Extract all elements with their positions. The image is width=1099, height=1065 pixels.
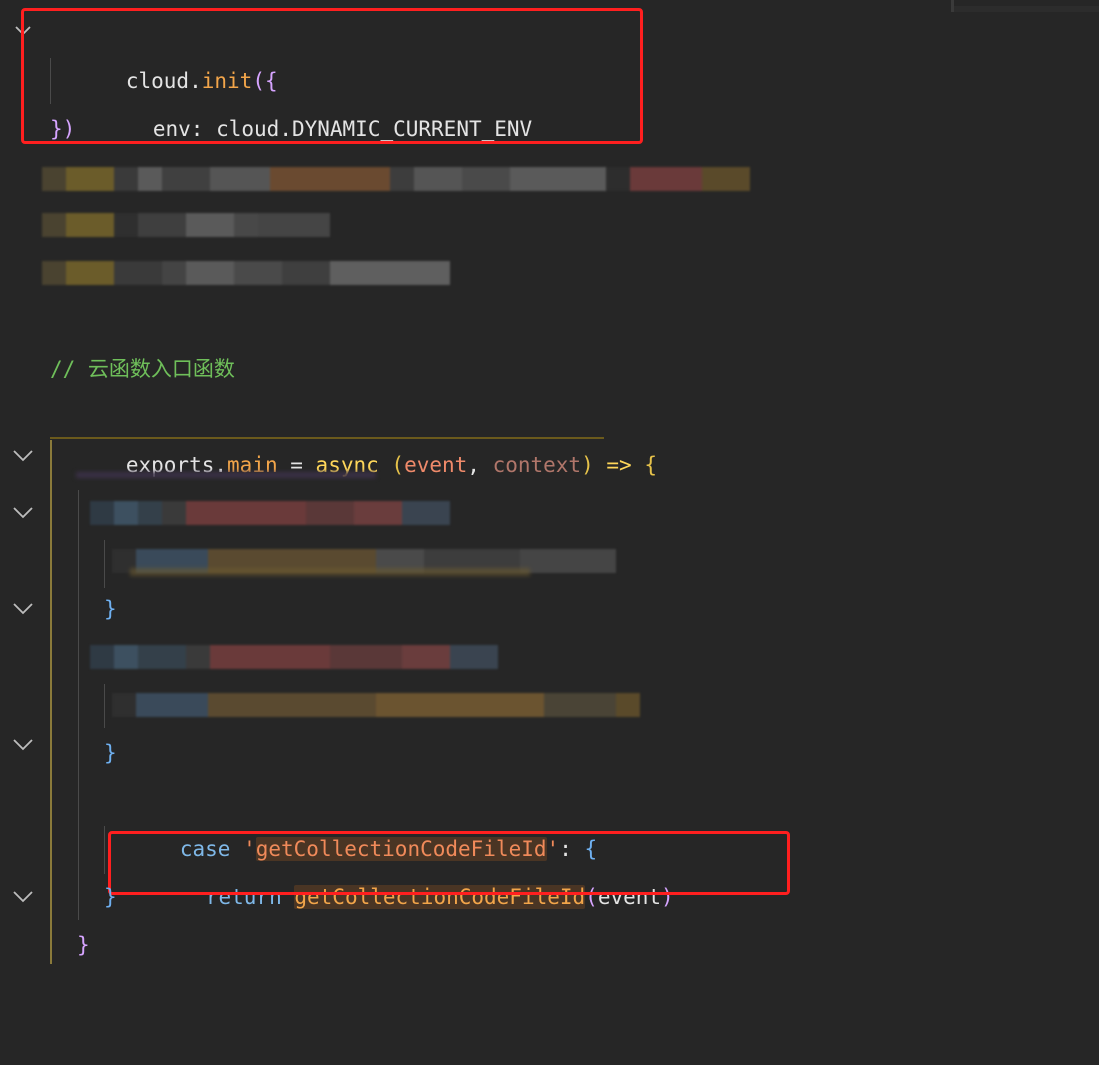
code-token: }): [50, 117, 76, 141]
redacted-code-line: [42, 261, 450, 285]
indent-guide: [104, 540, 105, 588]
redacted-code-line: [42, 167, 750, 191]
code-line[interactable]: // 云函数入口函数: [0, 345, 1099, 393]
redacted-overlay: [130, 568, 530, 576]
code-token: }: [77, 933, 90, 957]
code-token: }: [104, 885, 117, 909]
code-line[interactable]: }: [0, 873, 1099, 921]
code-line[interactable]: }: [0, 921, 1099, 969]
code-token: }: [104, 741, 117, 765]
chevron-down-icon[interactable]: [12, 7, 34, 55]
code-line[interactable]: return getCollectionCodeFileId(event): [0, 825, 1099, 909]
redacted-code-line: [42, 213, 330, 237]
redacted-code-line: [90, 645, 498, 669]
code-line[interactable]: switch (event.action) {: [0, 441, 1099, 471]
redacted-code-line: [90, 501, 450, 525]
code-line[interactable]: cloud.init({: [0, 7, 1099, 93]
code-line[interactable]: env: cloud.DYNAMIC_CURRENT_ENV: [0, 57, 1099, 141]
indent-guide: [104, 684, 105, 728]
redacted-code-line: [112, 693, 640, 717]
code-comment: // 云函数入口函数: [50, 357, 235, 381]
code-editor[interactable]: cloud.init({ env: cloud.DYNAMIC_CURRENT_…: [0, 0, 1099, 964]
redacted-overlay: [76, 472, 376, 478]
code-line[interactable]: }): [0, 105, 1099, 153]
code-line[interactable]: }: [0, 729, 1099, 777]
chevron-down-icon[interactable]: [12, 441, 34, 471]
code-line[interactable]: case 'getCollectionCodeFileId': {: [0, 777, 1099, 903]
code-line[interactable]: exports.main = async (event, context) =>…: [0, 393, 1099, 519]
